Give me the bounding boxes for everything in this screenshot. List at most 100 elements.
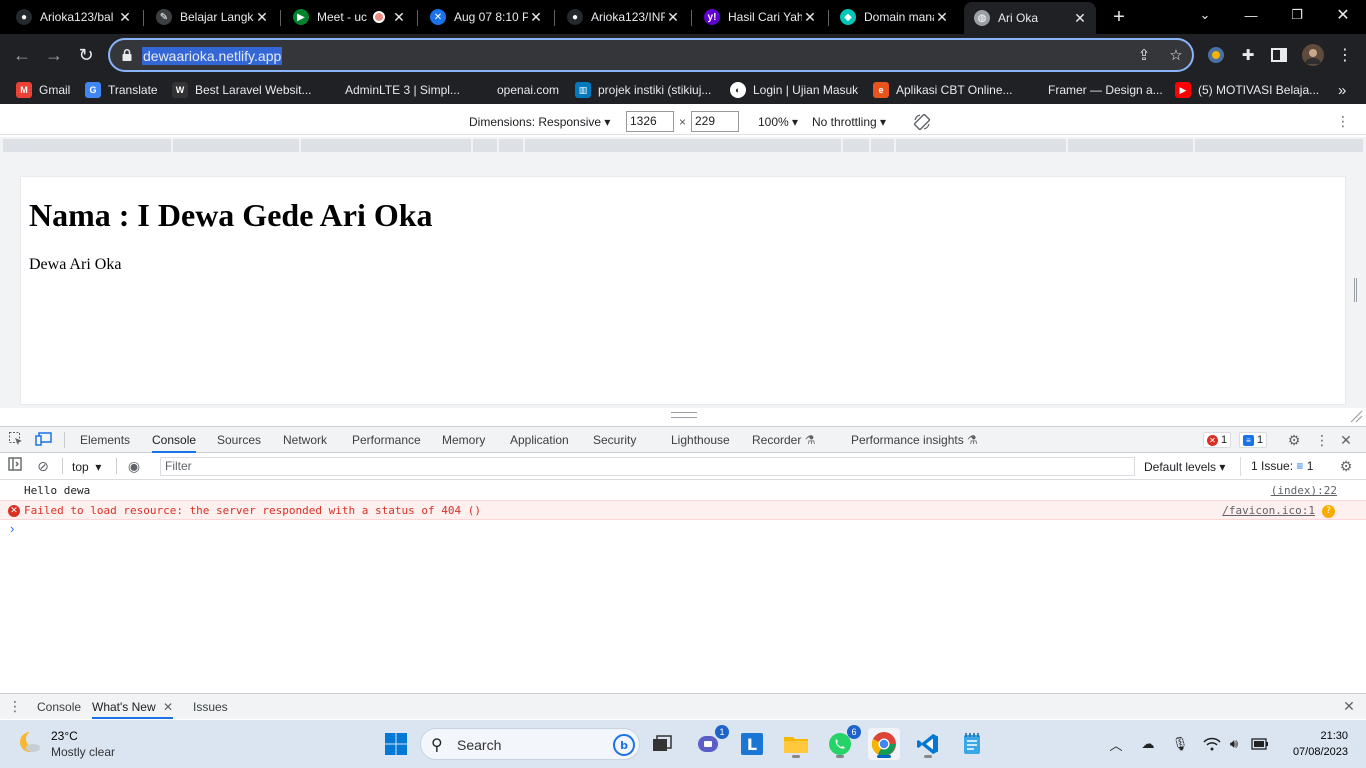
close-devtools-icon[interactable]: ✕ (1337, 431, 1355, 449)
throttling-select[interactable]: No throttling ▾ (812, 115, 886, 129)
tab-performance[interactable]: Performance (352, 427, 421, 453)
forward-icon[interactable]: → (41, 42, 67, 68)
media-query-segment[interactable] (499, 139, 523, 152)
close-tab-icon[interactable]: ✕ (1072, 10, 1088, 26)
log-levels-select[interactable]: Default levels ▾ (1144, 460, 1225, 474)
wifi-icon[interactable] (1202, 734, 1222, 754)
close-tab-icon[interactable]: ✕ (934, 9, 950, 25)
resize-corner-icon[interactable] (1349, 409, 1363, 423)
tab-sources[interactable]: Sources (217, 427, 261, 453)
back-icon[interactable]: ← (9, 42, 35, 68)
browser-tab[interactable]: ◍ Ari Oka ✕ (964, 2, 1096, 34)
lock-icon[interactable] (120, 48, 134, 62)
media-query-segment[interactable] (896, 139, 1066, 152)
weather-temperature[interactable]: 23°C (51, 729, 78, 743)
settings-gear-icon[interactable]: ⚙ (1285, 431, 1303, 449)
drawer-tab-console[interactable]: Console (37, 694, 81, 719)
launcher-l-icon[interactable]: L (736, 728, 768, 760)
bookmark-item[interactable]: ◐ Login | Ujian Masuk (730, 80, 858, 100)
address-bar[interactable]: dewaarioka.netlify.app ⇪ ☆ (108, 38, 1194, 72)
close-tab-icon[interactable]: ✕ (391, 9, 407, 25)
microphone-icon[interactable]: 🎙︎ (1170, 734, 1190, 754)
new-tab-button[interactable]: + (1108, 6, 1130, 28)
chrome-icon[interactable] (868, 728, 900, 760)
width-input[interactable]: 1326 (626, 111, 674, 132)
tab-elements[interactable]: Elements (80, 427, 130, 453)
whatsapp-icon[interactable]: 6 (824, 725, 861, 760)
tab-console[interactable]: Console (152, 427, 197, 453)
bookmark-item[interactable]: G Translate (85, 80, 158, 100)
issues-button[interactable]: 1 Issue: ≡ 1 (1240, 457, 1313, 476)
media-query-segment[interactable] (1068, 139, 1193, 152)
tab-security[interactable]: Security (593, 427, 636, 453)
close-tab-icon[interactable]: ✕ (528, 9, 544, 25)
teams-icon[interactable]: 1 (692, 725, 729, 760)
browser-tab[interactable]: ✕ Aug 07 8:10 P ✕ (420, 4, 552, 30)
browser-tab[interactable]: ◆ Domain mana ✕ (830, 4, 958, 30)
drawer-tab-issues[interactable]: Issues (193, 694, 228, 719)
reload-icon[interactable]: ↻ (73, 42, 99, 68)
media-query-segment[interactable] (301, 139, 471, 152)
browser-tab[interactable]: y! Hasil Cari Yah ✕ (694, 4, 826, 30)
weather-condition[interactable]: Mostly clear (51, 745, 115, 759)
browser-tab[interactable]: ● Arioka123/INF ✕ (557, 4, 689, 30)
device-toggle-icon[interactable] (35, 431, 53, 449)
bookmark-item[interactable]: ▥ projek instiki (stikiuj... (575, 80, 711, 100)
profile-avatar[interactable] (1302, 44, 1324, 66)
taskbar-search[interactable]: ⚲ Search b (420, 728, 640, 760)
drawer-menu-icon[interactable]: ⋮ (6, 697, 24, 715)
drawer-tab-whats-new[interactable]: What's New ✕ (92, 694, 174, 719)
close-tab-icon[interactable]: ✕ (117, 9, 133, 25)
tab-memory[interactable]: Memory (442, 427, 485, 453)
clear-console-icon[interactable]: ⊘ (34, 457, 52, 475)
console-prompt-icon[interactable]: › (10, 521, 14, 536)
bookmark-star-icon[interactable]: ☆ (1166, 46, 1186, 66)
sidebar-toggle-icon[interactable] (6, 457, 24, 475)
onedrive-icon[interactable]: ☁ (1138, 734, 1158, 754)
browser-tab[interactable]: ● Arioka123/bal ✕ (6, 4, 141, 30)
ai-insight-icon[interactable]: ? (1322, 505, 1335, 518)
resize-handle-bottom[interactable] (671, 412, 697, 418)
console-filter-input[interactable]: Filter (160, 457, 1135, 476)
media-query-segment[interactable] (173, 139, 299, 152)
minimize-icon[interactable]: — (1228, 0, 1274, 30)
weather-moon-icon[interactable] (18, 730, 42, 754)
bookmark-item[interactable]: W Best Laravel Websit... (172, 80, 312, 100)
windows-start-icon[interactable] (380, 728, 412, 760)
media-query-segment[interactable] (1195, 139, 1363, 152)
bookmarks-more-icon[interactable]: » (1338, 80, 1346, 100)
close-tab-icon[interactable]: ✕ (163, 700, 173, 714)
console-settings-icon[interactable]: ⚙ (1337, 457, 1355, 475)
error-count-badge[interactable]: ✕ 1 (1203, 432, 1232, 448)
context-select[interactable]: top ▾ (72, 460, 101, 474)
media-query-segment[interactable] (525, 139, 841, 152)
inspect-element-icon[interactable] (7, 431, 25, 449)
media-query-segment[interactable] (473, 139, 497, 152)
resize-handle-right[interactable] (1354, 278, 1357, 302)
tab-application[interactable]: Application (510, 427, 569, 453)
close-drawer-icon[interactable]: ✕ (1340, 697, 1358, 715)
close-window-icon[interactable]: ✕ (1320, 0, 1366, 30)
message-count-badge[interactable]: ≡ 1 (1239, 432, 1268, 448)
devtools-more-icon[interactable]: ⋮ (1313, 431, 1331, 449)
bookmark-item[interactable]: Framer — Design a... (1025, 80, 1163, 100)
bookmark-item[interactable]: ▶ (5) MOTIVASI Belaja... (1175, 80, 1319, 100)
restore-icon[interactable]: ❐ (1274, 0, 1320, 30)
dimensions-select[interactable]: Dimensions: Responsive ▾ (469, 115, 610, 129)
log-source-link[interactable]: (index):22 (1271, 481, 1337, 501)
tab-network[interactable]: Network (283, 427, 327, 453)
notepad-icon[interactable] (956, 728, 988, 760)
browser-tab[interactable]: ▶ Meet - uc ✕ (283, 4, 415, 30)
rotate-icon[interactable] (912, 112, 932, 132)
browser-tab[interactable]: ✎ Belajar Langk ✕ (146, 4, 278, 30)
volume-icon[interactable]: 🔊︎ (1224, 734, 1244, 754)
tab-lighthouse[interactable]: Lighthouse (671, 427, 730, 453)
zoom-select[interactable]: 100% ▾ (758, 115, 798, 129)
close-tab-icon[interactable]: ✕ (802, 9, 818, 25)
task-view-icon[interactable] (646, 728, 678, 760)
browser-menu-icon[interactable]: ⋮ (1334, 44, 1356, 66)
error-source-link[interactable]: /favicon.ico:1 (1222, 501, 1315, 521)
close-tab-icon[interactable]: ✕ (254, 9, 270, 25)
taskbar-clock[interactable]: 21:30 07/08/2023 (1282, 728, 1348, 760)
battery-icon[interactable] (1250, 734, 1270, 754)
